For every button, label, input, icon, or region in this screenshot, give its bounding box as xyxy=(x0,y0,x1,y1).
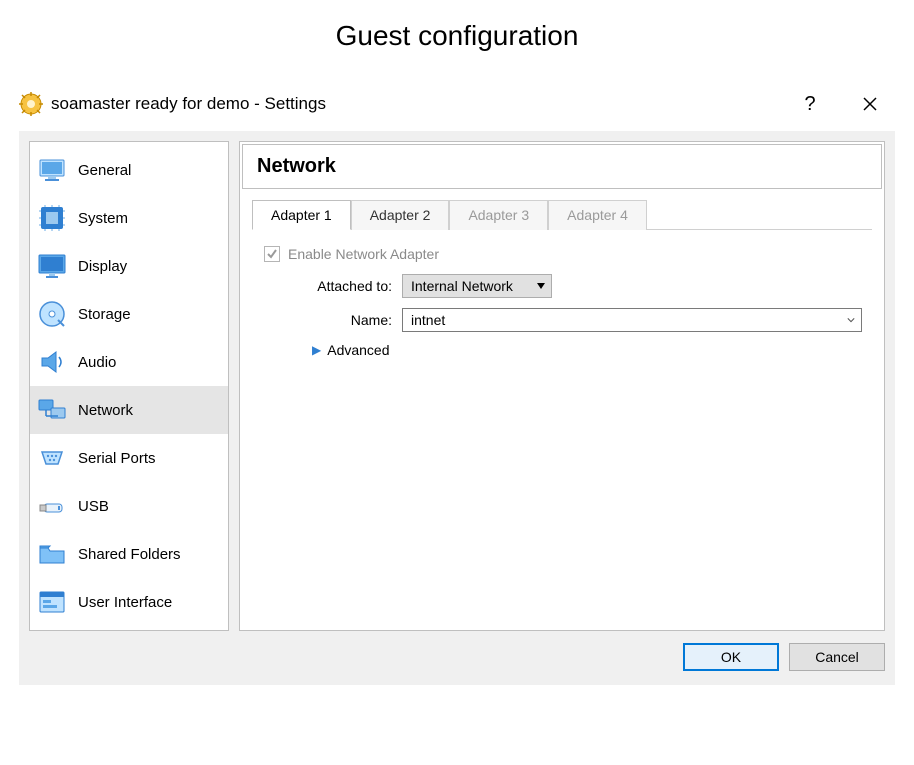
sidebar-item-label: Display xyxy=(78,258,127,275)
sidebar-item-label: General xyxy=(78,162,131,179)
help-button[interactable]: ? xyxy=(795,89,825,119)
folder-icon xyxy=(36,538,68,570)
adapter-tabs: Adapter 1 Adapter 2 Adapter 3 Adapter 4 xyxy=(252,199,872,230)
name-combobox[interactable]: intnet xyxy=(402,308,862,332)
enable-adapter-checkbox xyxy=(264,246,280,262)
tab-content: Enable Network Adapter Attached to: Inte… xyxy=(240,230,884,374)
audio-icon xyxy=(36,346,68,378)
sidebar-item-usb[interactable]: USB xyxy=(30,482,228,530)
sidebar-item-label: Storage xyxy=(78,306,131,323)
sidebar-item-shared-folders[interactable]: Shared Folders xyxy=(30,530,228,578)
advanced-toggle[interactable]: ▶ Advanced xyxy=(312,342,862,358)
tab-adapter-4: Adapter 4 xyxy=(548,200,647,230)
sidebar-item-label: System xyxy=(78,210,128,227)
sidebar-item-label: Audio xyxy=(78,354,116,371)
main-panel: Network Adapter 1 Adapter 2 Adapter 3 Ad… xyxy=(239,141,885,631)
enable-adapter-label: Enable Network Adapter xyxy=(288,246,439,262)
attached-to-dropdown[interactable]: Internal Network xyxy=(402,274,552,298)
serial-icon xyxy=(36,442,68,474)
sidebar-item-network[interactable]: Network xyxy=(30,386,228,434)
sidebar-item-system[interactable]: System xyxy=(30,194,228,242)
sidebar-item-audio[interactable]: Audio xyxy=(30,338,228,386)
dialog-buttons: OK Cancel xyxy=(29,643,885,671)
panel-header: Network xyxy=(242,144,882,189)
sidebar-item-general[interactable]: General xyxy=(30,146,228,194)
network-icon xyxy=(36,394,68,426)
sidebar-item-label: USB xyxy=(78,498,109,515)
sidebar-item-label: Serial Ports xyxy=(78,450,156,467)
attached-to-label: Attached to: xyxy=(262,278,402,294)
display-icon xyxy=(36,250,68,282)
advanced-label: Advanced xyxy=(327,342,389,358)
name-value: intnet xyxy=(411,312,445,328)
tab-adapter-3: Adapter 3 xyxy=(449,200,548,230)
tab-adapter-1[interactable]: Adapter 1 xyxy=(252,200,351,230)
chevron-down-icon xyxy=(847,317,855,323)
window-title: soamaster ready for demo - Settings xyxy=(51,94,326,114)
ui-icon xyxy=(36,586,68,618)
gear-icon xyxy=(19,92,43,116)
page-title: Guest configuration xyxy=(0,20,914,52)
sidebar-item-serial-ports[interactable]: Serial Ports xyxy=(30,434,228,482)
sidebar-item-label: Network xyxy=(78,402,133,419)
sidebar-item-label: Shared Folders xyxy=(78,546,181,563)
system-icon xyxy=(36,202,68,234)
general-icon xyxy=(36,154,68,186)
titlebar: soamaster ready for demo - Settings ? xyxy=(19,83,895,131)
settings-sidebar: General System Display xyxy=(29,141,229,631)
usb-icon xyxy=(36,490,68,522)
sidebar-item-storage[interactable]: Storage xyxy=(30,290,228,338)
storage-icon xyxy=(36,298,68,330)
name-label: Name: xyxy=(262,312,402,328)
settings-dialog: soamaster ready for demo - Settings ? Ge… xyxy=(18,82,896,686)
sidebar-item-user-interface[interactable]: User Interface xyxy=(30,578,228,626)
sidebar-item-display[interactable]: Display xyxy=(30,242,228,290)
close-button[interactable] xyxy=(855,89,885,119)
triangle-right-icon: ▶ xyxy=(312,343,321,357)
enable-adapter-row: Enable Network Adapter xyxy=(264,246,862,262)
ok-button[interactable]: OK xyxy=(683,643,779,671)
tab-adapter-2[interactable]: Adapter 2 xyxy=(351,200,450,230)
sidebar-item-label: User Interface xyxy=(78,594,172,611)
caret-down-icon xyxy=(537,283,545,289)
cancel-button[interactable]: Cancel xyxy=(789,643,885,671)
attached-to-value: Internal Network xyxy=(411,278,513,294)
